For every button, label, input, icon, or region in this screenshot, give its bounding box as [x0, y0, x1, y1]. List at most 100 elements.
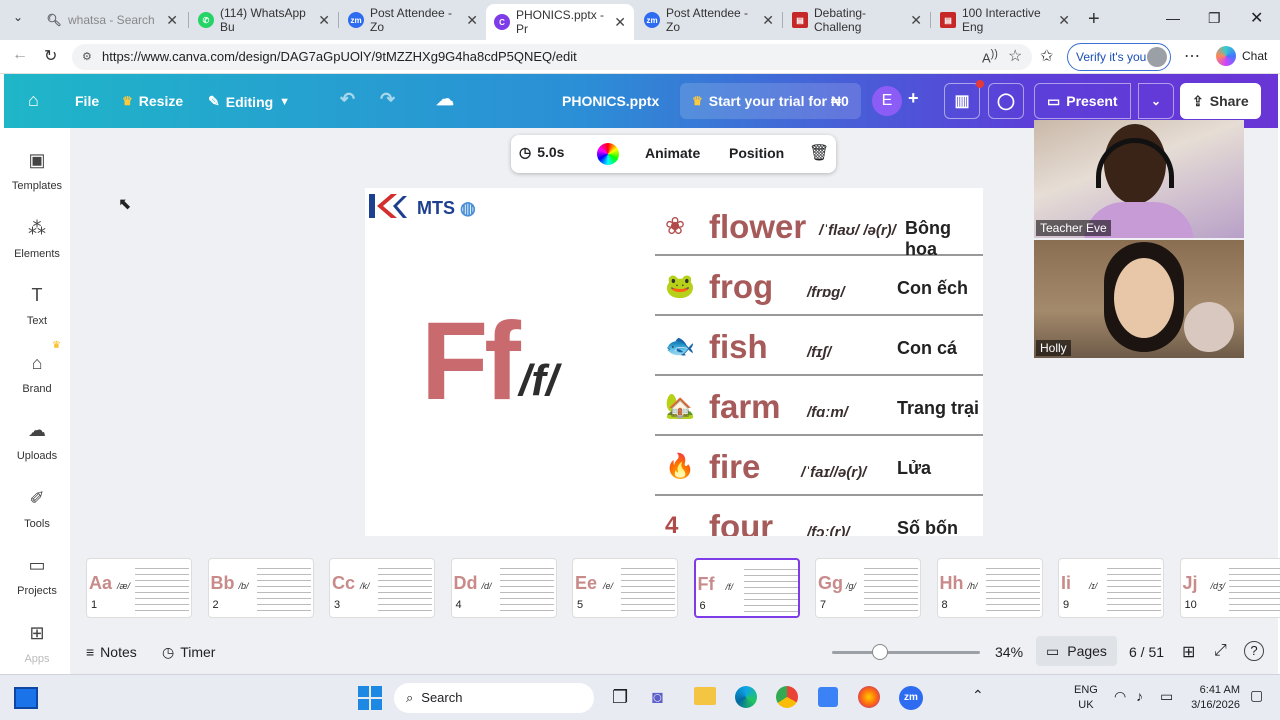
home-icon[interactable]: ⌂ [28, 90, 39, 111]
pages-button[interactable]: ▭ Pages [1036, 636, 1117, 666]
close-icon[interactable]: ✕ [910, 12, 922, 29]
file-menu[interactable]: File [75, 93, 99, 109]
thumbnail-word-list [256, 563, 311, 615]
present-options-button[interactable]: ⌄ [1138, 83, 1174, 119]
tab-zoom-attendee-2[interactable]: zm Post Attendee - Zo ✕ [636, 6, 782, 34]
close-icon[interactable]: ✕ [318, 12, 330, 29]
store-icon[interactable] [818, 687, 838, 707]
undo-icon[interactable]: ↶ [340, 89, 355, 110]
windows-start-icon[interactable] [358, 686, 382, 710]
tab-interactive-pdf[interactable]: ▤ 100 Interactive Eng ✕ [932, 6, 1078, 34]
favorite-star-icon[interactable]: ☆ [1008, 46, 1022, 66]
page-thumbnail[interactable]: Hh/h/8 [936, 558, 1043, 618]
read-aloud-icon[interactable]: A)) [982, 48, 998, 65]
present-button[interactable]: ▭ Present [1034, 83, 1131, 119]
page-thumbnail[interactable]: Aa/æ/1 [86, 558, 192, 618]
video-tile[interactable]: Holly [1034, 240, 1244, 358]
page-thumbnail[interactable]: Gg/g/7 [815, 558, 921, 618]
close-icon[interactable]: ✕ [614, 14, 626, 31]
animate-button[interactable]: Animate [645, 145, 700, 161]
tab-zoom-attendee-1[interactable]: zm Post Attendee - Zo ✕ [340, 6, 486, 34]
tab-phonics-canva[interactable]: C PHONICS.pptx - Pr ✕ [486, 4, 634, 40]
page-thumbnail[interactable]: Jj/dʒ/10 [1179, 558, 1280, 618]
duration-button[interactable]: ◷ 5.0s [519, 144, 564, 161]
resize-button[interactable]: ♛ Resize [122, 93, 183, 109]
copilot-chat-button[interactable]: Chat [1216, 46, 1267, 66]
sidebar-item-text[interactable]: T Text [4, 285, 70, 327]
document-title[interactable]: PHONICS.pptx [562, 93, 659, 109]
help-icon[interactable]: ? [1244, 641, 1264, 661]
sidebar-item-elements[interactable]: ⁂ Elements [4, 218, 70, 260]
file-explorer-icon[interactable] [694, 687, 716, 705]
page-thumbnail[interactable]: Ii/ɪ/9 [1058, 558, 1164, 618]
favorites-icon[interactable]: ✩ [1040, 46, 1053, 66]
edge-icon[interactable] [735, 686, 757, 708]
teams-icon[interactable]: ◙ [652, 687, 663, 708]
share-button[interactable]: ⇪ Share [1180, 83, 1261, 119]
page-thumbnail[interactable]: Ee/e/5 [572, 558, 678, 618]
close-icon[interactable]: ✕ [466, 12, 478, 29]
taskbar-search[interactable]: ⌕ Search [394, 683, 594, 713]
cloud-saved-icon[interactable]: ☁ [436, 89, 454, 110]
minimize-icon[interactable]: — [1166, 10, 1180, 26]
grid-view-icon[interactable]: ⊞ [1182, 642, 1195, 662]
editing-mode-button[interactable]: ✎ Editing ▼ [208, 93, 290, 110]
verify-button[interactable]: Verify it's you [1067, 43, 1171, 71]
close-window-icon[interactable]: ✕ [1250, 8, 1263, 28]
clock[interactable]: 6:41 AM 3/16/2026 [1188, 683, 1240, 713]
volume-icon[interactable]: ♪ [1136, 688, 1143, 704]
tab-search-dropdown[interactable]: ⌄ [8, 10, 28, 30]
notes-button[interactable]: ≡ Notes [86, 644, 137, 660]
page-thumbnail[interactable]: Dd/d/4 [450, 558, 557, 618]
user-avatar[interactable]: E [872, 86, 902, 116]
chrome-icon[interactable] [776, 686, 798, 708]
app-icon[interactable] [14, 687, 38, 709]
task-view-icon[interactable]: ❐ [612, 687, 628, 708]
sidebar-item-apps[interactable]: ⊞ Apps [4, 623, 70, 665]
slide[interactable]: MTS ◍ Ff /f/ ❀ flower /ˈflaʊ/ /ə(r)/ Bôn… [365, 188, 983, 536]
timer-button[interactable]: ◷ Timer [162, 644, 215, 661]
tab-whatsa-search[interactable]: 🔍︎ whatsa - Search ✕ [38, 6, 186, 34]
video-tile[interactable]: Teacher Eve [1034, 120, 1244, 238]
wifi-icon[interactable]: ◠ [1114, 688, 1126, 705]
page-thumbnail[interactable]: Bb/b/2 [207, 558, 314, 618]
page-thumbnail[interactable]: Cc/k/3 [329, 558, 435, 618]
tab-debating-pdf[interactable]: ▤ Debating-Challeng ✕ [784, 6, 930, 34]
zoom-percent[interactable]: 34% [995, 644, 1023, 660]
zoom-app-icon[interactable]: zm [899, 686, 923, 710]
color-wheel-icon[interactable] [597, 143, 619, 165]
trial-button[interactable]: ♛ Start your trial for ₦0 [680, 83, 861, 119]
close-icon[interactable]: ✕ [762, 12, 774, 29]
battery-icon[interactable]: ▭ [1160, 688, 1173, 705]
fullscreen-icon[interactable]: ⤢ [1214, 642, 1227, 660]
zoom-slider-handle[interactable] [871, 644, 888, 660]
sidebar-item-projects[interactable]: ▭ Projects [4, 555, 70, 597]
lang-indicator[interactable]: ENG UK [1074, 683, 1098, 713]
position-button[interactable]: Position [729, 145, 784, 161]
firefox-icon[interactable] [858, 686, 880, 708]
new-tab-icon[interactable]: + [1088, 8, 1100, 31]
trash-icon[interactable]: 🗑︎ [809, 143, 829, 163]
url-field[interactable]: ⚙ https://www.canva.com/design/DAG7aGpUO… [72, 44, 1032, 70]
maximize-icon[interactable]: ❐ [1208, 10, 1221, 27]
site-info-icon[interactable]: ⚙ [82, 44, 92, 70]
notification-icon[interactable]: ▢ [1250, 687, 1263, 704]
tab-whatsapp[interactable]: ✆ (114) WhatsApp Bu ✕ [190, 6, 338, 34]
close-icon[interactable]: ✕ [1058, 12, 1070, 29]
more-menu-icon[interactable]: ⋯ [1184, 46, 1200, 66]
page-thumbnail[interactable]: Ff/f/6 [693, 558, 800, 618]
zoom-slider[interactable] [832, 644, 980, 660]
redo-icon[interactable]: ↷ [380, 89, 395, 110]
tray-chevron-icon[interactable]: ⌃ [972, 687, 984, 704]
comment-button[interactable]: ◯ [988, 83, 1024, 119]
reload-icon[interactable]: ↻ [44, 46, 57, 66]
sidebar-item-uploads[interactable]: ☁ Uploads [4, 420, 70, 462]
back-icon[interactable]: ← [12, 46, 28, 64]
close-icon[interactable]: ✕ [166, 12, 178, 29]
tab-label: PHONICS.pptx - Pr [516, 8, 605, 36]
insights-button[interactable]: ▥ [944, 83, 980, 119]
sidebar-item-brand[interactable]: ⌂ Brand [4, 353, 70, 395]
sidebar-item-tools[interactable]: ✐ Tools [4, 488, 70, 530]
add-collaborator-icon[interactable]: + [908, 88, 919, 109]
sidebar-item-templates[interactable]: ▣ Templates [4, 150, 70, 192]
